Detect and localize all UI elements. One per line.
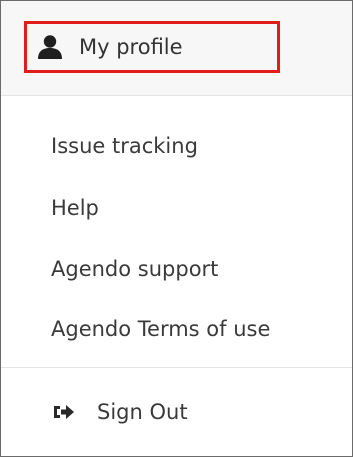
user-dropdown-menu: My profile Issue tracking Help Agendo su… — [0, 0, 353, 457]
agendo-support-item[interactable]: Agendo support — [51, 254, 218, 284]
issue-tracking-item[interactable]: Issue tracking — [51, 131, 198, 161]
user-icon — [37, 34, 63, 60]
help-item[interactable]: Help — [51, 193, 99, 223]
my-profile-item[interactable]: My profile — [31, 25, 183, 69]
menu-header: My profile — [1, 1, 352, 96]
sign-out-item[interactable]: Sign Out — [53, 395, 188, 429]
sign-out-icon — [53, 402, 75, 422]
menu-divider — [1, 367, 352, 368]
sign-out-label: Sign Out — [97, 400, 188, 424]
agendo-terms-of-use-item[interactable]: Agendo Terms of use — [51, 314, 270, 344]
my-profile-label: My profile — [79, 35, 183, 59]
